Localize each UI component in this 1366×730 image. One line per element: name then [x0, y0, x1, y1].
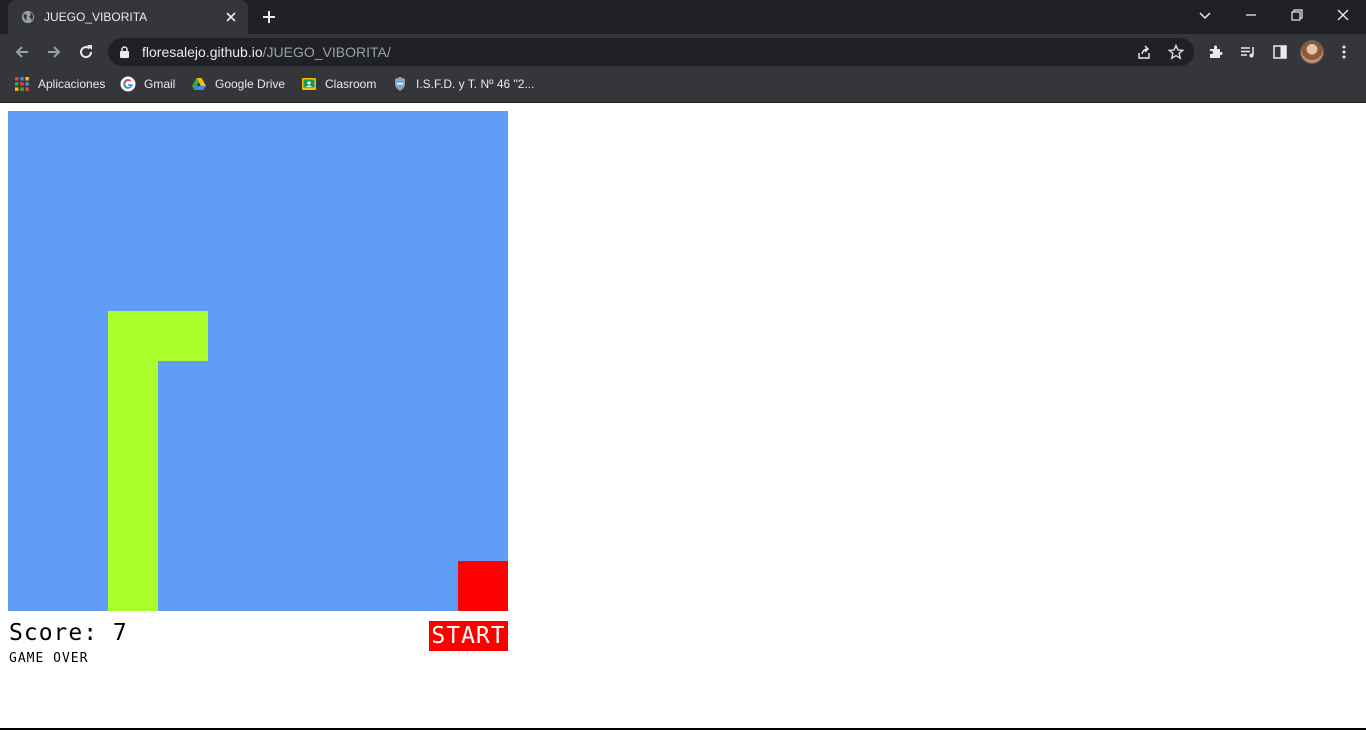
apps-grid-icon — [15, 77, 29, 91]
address-bar[interactable]: floresalejo.github.io/JUEGO_VIBORITA/ — [108, 38, 1194, 66]
extensions-icon[interactable] — [1208, 44, 1224, 60]
google-g-icon — [120, 76, 136, 92]
restore-icon[interactable] — [1289, 7, 1305, 23]
google-drive-icon — [192, 78, 206, 90]
game-status: GAME OVER — [9, 651, 89, 666]
new-tab-icon[interactable] — [261, 9, 277, 25]
tab-search-icon[interactable] — [1197, 7, 1213, 23]
menu-dots-icon[interactable] — [1336, 44, 1352, 60]
bookmark-isfd[interactable]: I.S.F.D. y T. Nº 46 "2... — [392, 70, 534, 98]
snake-segment — [108, 511, 158, 561]
snake-segment — [108, 311, 158, 361]
minimize-icon[interactable] — [1243, 7, 1259, 23]
url-text[interactable]: floresalejo.github.io/JUEGO_VIBORITA/ — [142, 44, 391, 60]
bookmark-clasroom[interactable]: Clasroom — [301, 70, 376, 98]
bookmark-label: Aplicaciones — [38, 77, 106, 91]
browser-tab[interactable]: JUEGO_VIBORITA — [8, 0, 248, 34]
profile-avatar[interactable] — [1301, 41, 1323, 63]
bookmark-label: Google Drive — [215, 77, 286, 91]
tab-title: JUEGO_VIBORITA — [44, 10, 148, 24]
close-tab-icon[interactable] — [224, 10, 238, 24]
url-path: /JUEGO_VIBORITA/ — [262, 44, 391, 60]
snake-segment — [108, 461, 158, 511]
game-board[interactable] — [8, 111, 508, 611]
bookmark-label: Clasroom — [325, 77, 377, 91]
bookmark-label: I.S.F.D. y T. Nº 46 "2... — [416, 77, 535, 91]
forward-icon[interactable] — [45, 43, 63, 61]
bookmark-star-icon[interactable] — [1168, 44, 1184, 60]
score-label: Score: 7 — [9, 620, 128, 646]
reload-icon[interactable] — [77, 43, 95, 61]
snake-segment — [108, 561, 158, 611]
url-host: floresalejo.github.io — [142, 44, 263, 60]
close-window-icon[interactable] — [1335, 7, 1351, 23]
lock-icon[interactable] — [119, 46, 130, 59]
share-icon[interactable] — [1136, 44, 1152, 60]
media-control-icon[interactable] — [1240, 44, 1256, 60]
start-button[interactable]: START — [429, 621, 508, 651]
snake-head — [158, 311, 208, 361]
bookmark-label: Gmail — [144, 77, 176, 91]
chrome-separator — [0, 102, 1366, 103]
bookmarks-bar: Aplicaciones Gmail Google Drive Clasroom — [0, 70, 1366, 102]
snake-segment — [108, 411, 158, 461]
snake-segment — [108, 361, 158, 411]
bookmark-google-drive[interactable]: Google Drive — [191, 70, 285, 98]
food-block — [458, 561, 508, 611]
bookmark-gmail[interactable]: Gmail — [120, 70, 175, 98]
globe-icon — [21, 10, 35, 24]
classroom-icon — [302, 78, 316, 90]
tab-strip: JUEGO_VIBORITA — [0, 0, 1366, 34]
side-panel-icon[interactable] — [1272, 44, 1288, 60]
back-icon[interactable] — [13, 43, 31, 61]
bookmark-aplicaciones[interactable]: Aplicaciones — [14, 70, 105, 98]
browser-toolbar: floresalejo.github.io/JUEGO_VIBORITA/ — [0, 34, 1366, 70]
isfd-shield-icon — [395, 77, 405, 91]
